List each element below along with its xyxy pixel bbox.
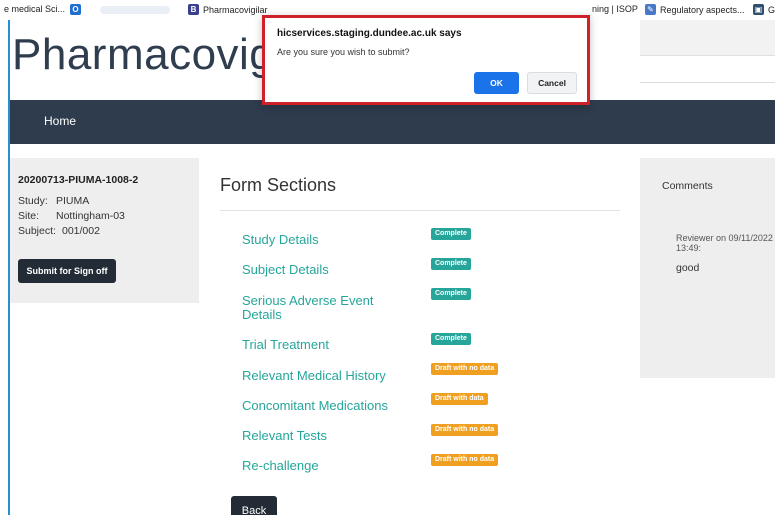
dialog-message: Are you sure you wish to submit? — [277, 47, 410, 57]
site-label: Site: — [18, 210, 40, 222]
back-button[interactable]: Back — [231, 496, 277, 515]
bookmark-regulatory[interactable]: ✎ Regulatory aspects... — [645, 4, 745, 15]
bookmark-label: Regulatory aspects... — [660, 4, 745, 15]
submit-for-sign-off-button[interactable]: Submit for Sign off — [18, 259, 116, 283]
site-row: Site: Nottingham-03 — [18, 209, 199, 224]
bookmark-label: Gi — [768, 4, 775, 15]
leaf-icon: ✎ — [645, 4, 656, 15]
section-link-study-details[interactable]: Study Details — [242, 233, 412, 247]
status-badge: Complete — [431, 258, 471, 270]
section-link-medical-history[interactable]: Relevant Medical History — [242, 369, 412, 383]
section-link-trial-treatment[interactable]: Trial Treatment — [242, 338, 412, 352]
bookmark-label: Pharmacovigilar — [203, 4, 268, 15]
bookmark-isop[interactable]: ning | ISOP — [592, 4, 638, 14]
bookmark-gi[interactable]: ▣ Gi — [753, 4, 775, 15]
comments-title: Comments — [662, 180, 713, 192]
section-link-re-challenge[interactable]: Re-challenge — [242, 459, 412, 473]
status-badge: Draft with data — [431, 393, 488, 405]
subject-label: Subject: — [18, 225, 56, 237]
bookmark-pharmacovigilance[interactable]: B Pharmacovigilar — [188, 4, 268, 15]
header-user-box — [640, 20, 775, 56]
section-link-concomitant-medications[interactable]: Concomitant Medications — [242, 399, 412, 413]
status-badge: Draft with no data — [431, 363, 499, 375]
subject-row: Subject: 001/002 — [18, 224, 199, 239]
comment-text: good — [676, 262, 700, 274]
header-divider — [640, 82, 775, 83]
section-link-subject-details[interactable]: Subject Details — [242, 263, 412, 277]
status-badge: Complete — [431, 228, 471, 240]
office-icon: O — [70, 4, 81, 15]
form-divider — [220, 210, 620, 211]
ok-button[interactable]: OK — [474, 72, 519, 94]
bookmark-office[interactable]: O — [70, 4, 85, 15]
b-icon: B — [188, 4, 199, 15]
comment-author-date: Reviewer on 09/11/2022 13:49: — [676, 233, 773, 253]
form-sections-title: Form Sections — [220, 175, 337, 195]
navbar: Home — [10, 100, 775, 144]
bookmark-medical-sci[interactable]: e medical Sci... — [4, 4, 65, 14]
study-value: PIUMA — [56, 195, 90, 207]
section-link-sae-details[interactable]: Serious Adverse Event Details — [242, 294, 402, 322]
status-badge: Draft with no data — [431, 424, 499, 436]
confirm-dialog: hicservices.staging.dundee.ac.uk says Ar… — [262, 15, 590, 105]
dialog-host-title: hicservices.staging.dundee.ac.uk says — [277, 28, 462, 39]
status-badge: Complete — [431, 288, 471, 300]
record-id: 20200713-PIUMA-1008-2 — [18, 174, 139, 186]
study-row: Study: PIUMA — [18, 194, 199, 209]
status-badge: Draft with no data — [431, 454, 499, 466]
bookmark-icon: ▣ — [753, 4, 764, 15]
study-label: Study: — [18, 195, 48, 207]
redacted-bookmark — [100, 6, 170, 14]
nav-home-link[interactable]: Home — [44, 114, 76, 128]
bookmark-label: e medical Sci... — [4, 4, 66, 14]
site-value: Nottingham-03 — [56, 210, 125, 222]
bookmark-label: ning | ISOP — [592, 4, 638, 14]
cancel-button[interactable]: Cancel — [527, 72, 577, 94]
section-link-relevant-tests[interactable]: Relevant Tests — [242, 429, 412, 443]
site-title: Pharmacovigi — [12, 30, 285, 79]
record-panel: 20200713-PIUMA-1008-2 Study: PIUMA Site:… — [10, 158, 199, 303]
status-badge: Complete — [431, 333, 471, 345]
subject-value: 001/002 — [62, 225, 100, 237]
comments-panel: Comments Reviewer on 09/11/2022 13:49: g… — [640, 158, 775, 378]
